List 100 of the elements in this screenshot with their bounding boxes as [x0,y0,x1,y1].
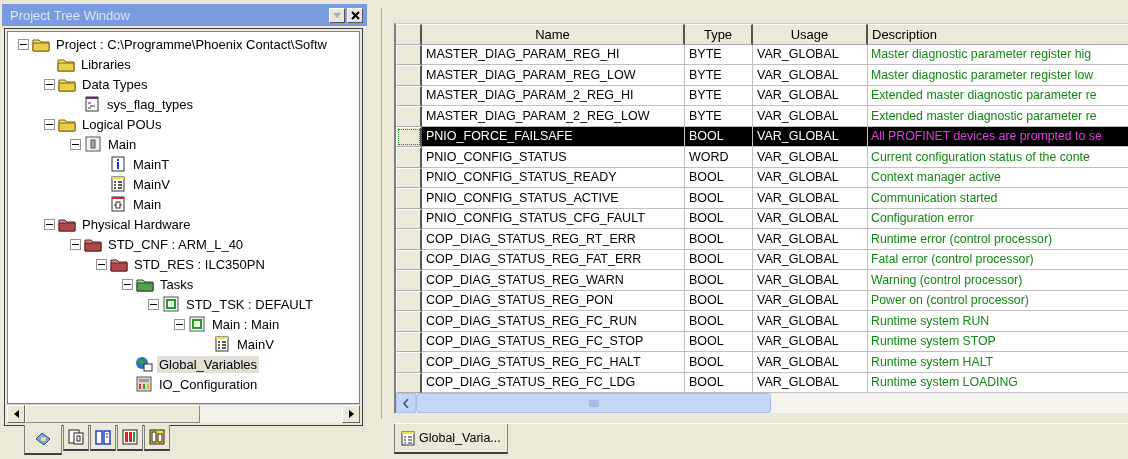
table-cell: BOOL [685,290,753,311]
document-tab[interactable]: Global_Varia... [394,424,508,454]
collapse-toggle[interactable] [96,258,107,270]
table-cell: VAR_GLOBAL [753,65,868,86]
table-cell: PNIO_CONFIG_STATUS_CFG_FAULT [422,208,685,229]
info-icon [109,156,127,172]
table-cell: VAR_GLOBAL [753,85,868,106]
collapse-toggle[interactable] [44,78,55,90]
tree-item[interactable]: Libraries [79,55,133,73]
row-header[interactable] [396,85,422,106]
grip-icon [588,399,599,407]
close-button[interactable] [347,7,364,23]
table-cell: VAR_GLOBAL [753,331,868,352]
panel-title: Project Tree Window [10,7,131,23]
row-header[interactable] [396,126,422,147]
view-tab[interactable] [24,425,62,455]
table-cell: BOOL [685,188,753,209]
row-header[interactable] [396,331,422,352]
table-cell: VAR_GLOBAL [753,290,868,311]
list-icon [109,176,127,192]
folder-icon [57,56,75,72]
row-header[interactable] [396,65,422,86]
folder-icon [136,276,154,292]
table-cell: VAR_GLOBAL [753,106,868,127]
tree-item[interactable]: Data Types [80,75,150,93]
left-arrow-icon [13,410,19,418]
column-header[interactable]: Name [422,24,685,45]
tree-item[interactable]: STD_TSK : DEFAULT [184,295,315,313]
row-header[interactable] [396,290,422,311]
table-cell: VAR_GLOBAL [753,229,868,250]
document-icon [109,196,127,212]
collapse-toggle[interactable] [44,218,55,230]
table-cell: WORD [685,147,753,168]
view-tab[interactable] [144,425,170,451]
collapse-toggle[interactable] [70,138,81,150]
table-cell: BOOL [685,352,753,373]
tree-item[interactable]: Main [131,195,164,213]
collapse-toggle[interactable] [44,118,55,130]
column-header[interactable]: Description [868,24,1128,45]
row-header[interactable] [396,106,422,127]
task-icon [162,296,180,312]
task-icon [188,316,206,332]
table-cell: COP_DIAG_STATUS_REG_FC_STOP [422,331,685,352]
row-header[interactable] [396,249,422,270]
table-cell: BOOL [685,208,753,229]
scrollbar-thumb[interactable] [416,393,771,413]
folder-icon [110,256,128,272]
tree-item[interactable]: MainV [131,175,172,193]
tree-item[interactable]: STD_CNF : ARM_L_40 [106,235,246,253]
row-header[interactable] [396,229,422,250]
table-cell: COP_DIAG_STATUS_REG_FC_RUN [422,311,685,332]
table-cell: All PROFINET devices are prompted to se [868,126,1128,147]
tree-item[interactable]: STD_RES : ILC350PN [132,255,267,273]
table-cell: COP_DIAG_STATUS_REG_RT_ERR [422,229,685,250]
table-cell: VAR_GLOBAL [753,372,868,393]
row-header[interactable] [396,208,422,229]
row-header[interactable] [396,188,422,209]
table-cell: BOOL [685,270,753,291]
row-header[interactable] [396,372,422,393]
tree-item[interactable]: Global_Variables [157,355,260,373]
tree-item[interactable]: Project : C:\Programme\Phoenix Contact\Softw [54,35,329,53]
table-cell: COP_DIAG_STATUS_REG_FAT_ERR [422,249,685,270]
table-cell: PNIO_CONFIG_STATUS_ACTIVE [422,188,685,209]
row-header[interactable] [396,147,422,168]
folder-icon [84,236,102,252]
table-cell: BYTE [685,106,753,127]
grid-icon [121,428,139,446]
row-header[interactable] [396,352,422,373]
collapse-toggle[interactable] [18,38,29,50]
collapse-toggle[interactable] [174,318,185,330]
view-tab[interactable] [90,425,116,451]
tree-item[interactable]: IO_Configuration [157,375,260,393]
row-header[interactable] [396,270,422,291]
collapse-toggle[interactable] [70,238,81,250]
table-cell: PNIO_CONFIG_STATUS [422,147,685,168]
tree-item[interactable]: Tasks [158,275,196,293]
tree-item[interactable]: MainT [131,155,172,173]
column-header[interactable]: Type [685,24,753,45]
scroll-right-button[interactable] [342,405,361,423]
row-header[interactable] [396,311,422,332]
row-header[interactable] [396,44,422,65]
tree-item[interactable]: MainV [235,335,276,353]
folder-icon [58,76,76,92]
collapse-toggle[interactable] [122,278,133,290]
tree-item[interactable]: Physical Hardware [80,215,193,233]
tree-item[interactable]: Main : Main [210,315,282,333]
column-header[interactable]: Usage [753,24,868,45]
collapse-toggle[interactable] [148,298,159,310]
table-cell: COP_DIAG_STATUS_REG_FC_LDG [422,372,685,393]
table-cell: MASTER_DIAG_PARAM_2_REG_HI [422,85,685,106]
view-tab[interactable] [63,425,89,451]
table-cell: BOOL [685,372,753,393]
document-icon [83,96,101,112]
table-cell: VAR_GLOBAL [753,126,868,147]
view-tab[interactable] [117,425,143,451]
tree-item[interactable]: Main [106,135,139,153]
tree-item[interactable]: Logical POUs [80,115,164,133]
dropdown-button[interactable] [329,7,346,23]
tree-item[interactable]: sys_flag_types [105,95,195,113]
row-header[interactable] [396,167,422,188]
